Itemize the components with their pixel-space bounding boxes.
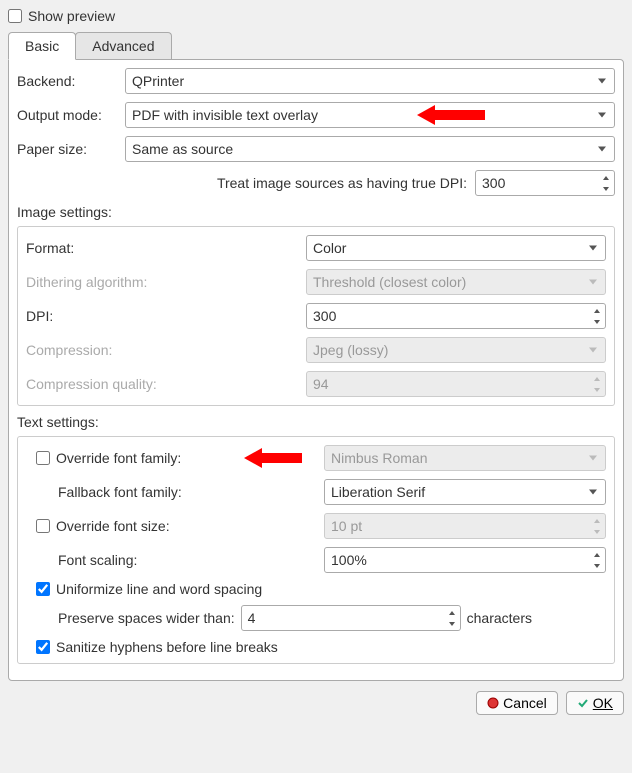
sanitize-checkbox[interactable] [36,640,50,654]
image-settings-group: Format: Color Dithering algorithm: Thres… [17,226,615,406]
spin-up-icon[interactable] [590,305,604,316]
compression-label: Compression: [26,342,298,358]
spin-down-icon[interactable] [590,316,604,327]
chevron-down-icon [598,113,606,118]
comp-quality-label: Compression quality: [26,376,298,392]
fallback-font-select[interactable]: Liberation Serif [324,479,606,505]
dpi-spinner[interactable]: 300 [306,303,606,329]
ok-icon [577,697,589,709]
font-scaling-spinner[interactable]: 100% [324,547,606,573]
paper-size-label: Paper size: [17,141,117,157]
ok-button[interactable]: OK [566,691,624,715]
uniformize-label: Uniformize line and word spacing [56,581,262,597]
format-label: Format: [26,240,298,256]
spin-down-icon [590,384,604,395]
override-font-size-label: Override font size: [56,518,170,534]
spin-up-icon [590,515,604,526]
chevron-down-icon [598,79,606,84]
spin-up-icon [590,373,604,384]
dithering-select: Threshold (closest color) [306,269,606,295]
override-font-family-label: Override font family: [56,450,181,466]
sanitize-label: Sanitize hyphens before line breaks [56,639,278,655]
text-settings-group: Override font family: Nimbus Roman Fallb… [17,436,615,664]
backend-select[interactable]: QPrinter [125,68,615,94]
uniformize-checkbox[interactable] [36,582,50,596]
treat-dpi-spinner[interactable]: 300 [475,170,615,196]
override-font-size-spinner: 10 pt [324,513,606,539]
dpi-label: DPI: [26,308,298,324]
spin-down-icon[interactable] [599,183,613,194]
fallback-font-label: Fallback font family: [26,484,182,500]
override-font-family-checkbox[interactable] [36,451,50,465]
tab-basic[interactable]: Basic [8,32,76,60]
cancel-button[interactable]: Cancel [476,691,558,715]
compression-select: Jpeg (lossy) [306,337,606,363]
annotation-arrow [417,105,485,125]
output-mode-label: Output mode: [17,107,117,123]
chevron-down-icon [589,246,597,251]
spin-up-icon[interactable] [445,607,459,618]
chevron-down-icon [589,280,597,285]
preserve-spaces-label: Preserve spaces wider than: [58,610,235,626]
format-select[interactable]: Color [306,235,606,261]
spin-down-icon[interactable] [445,618,459,629]
backend-label: Backend: [17,73,117,89]
basic-panel: Backend: QPrinter Output mode: PDF with … [8,59,624,681]
paper-size-select[interactable]: Same as source [125,136,615,162]
text-settings-label: Text settings: [17,414,615,430]
chevron-down-icon [589,490,597,495]
output-mode-select[interactable]: PDF with invisible text overlay [125,102,615,128]
show-preview-checkbox[interactable] [8,9,22,23]
font-scaling-label: Font scaling: [26,552,137,568]
override-font-size-checkbox[interactable] [36,519,50,533]
image-settings-label: Image settings: [17,204,615,220]
chevron-down-icon [589,348,597,353]
chevron-down-icon [589,456,597,461]
spin-up-icon[interactable] [590,549,604,560]
comp-quality-spinner: 94 [306,371,606,397]
cancel-icon [487,697,499,709]
spin-down-icon[interactable] [590,560,604,571]
annotation-arrow [244,448,302,468]
tab-advanced[interactable]: Advanced [75,32,171,59]
characters-label: characters [467,610,532,626]
spin-up-icon[interactable] [599,172,613,183]
preserve-spaces-spinner[interactable]: 4 [241,605,461,631]
spin-down-icon [590,526,604,537]
show-preview-label: Show preview [28,8,115,24]
treat-dpi-label: Treat image sources as having true DPI: [217,175,467,191]
chevron-down-icon [598,147,606,152]
dithering-label: Dithering algorithm: [26,274,298,290]
override-font-family-select: Nimbus Roman [324,445,606,471]
